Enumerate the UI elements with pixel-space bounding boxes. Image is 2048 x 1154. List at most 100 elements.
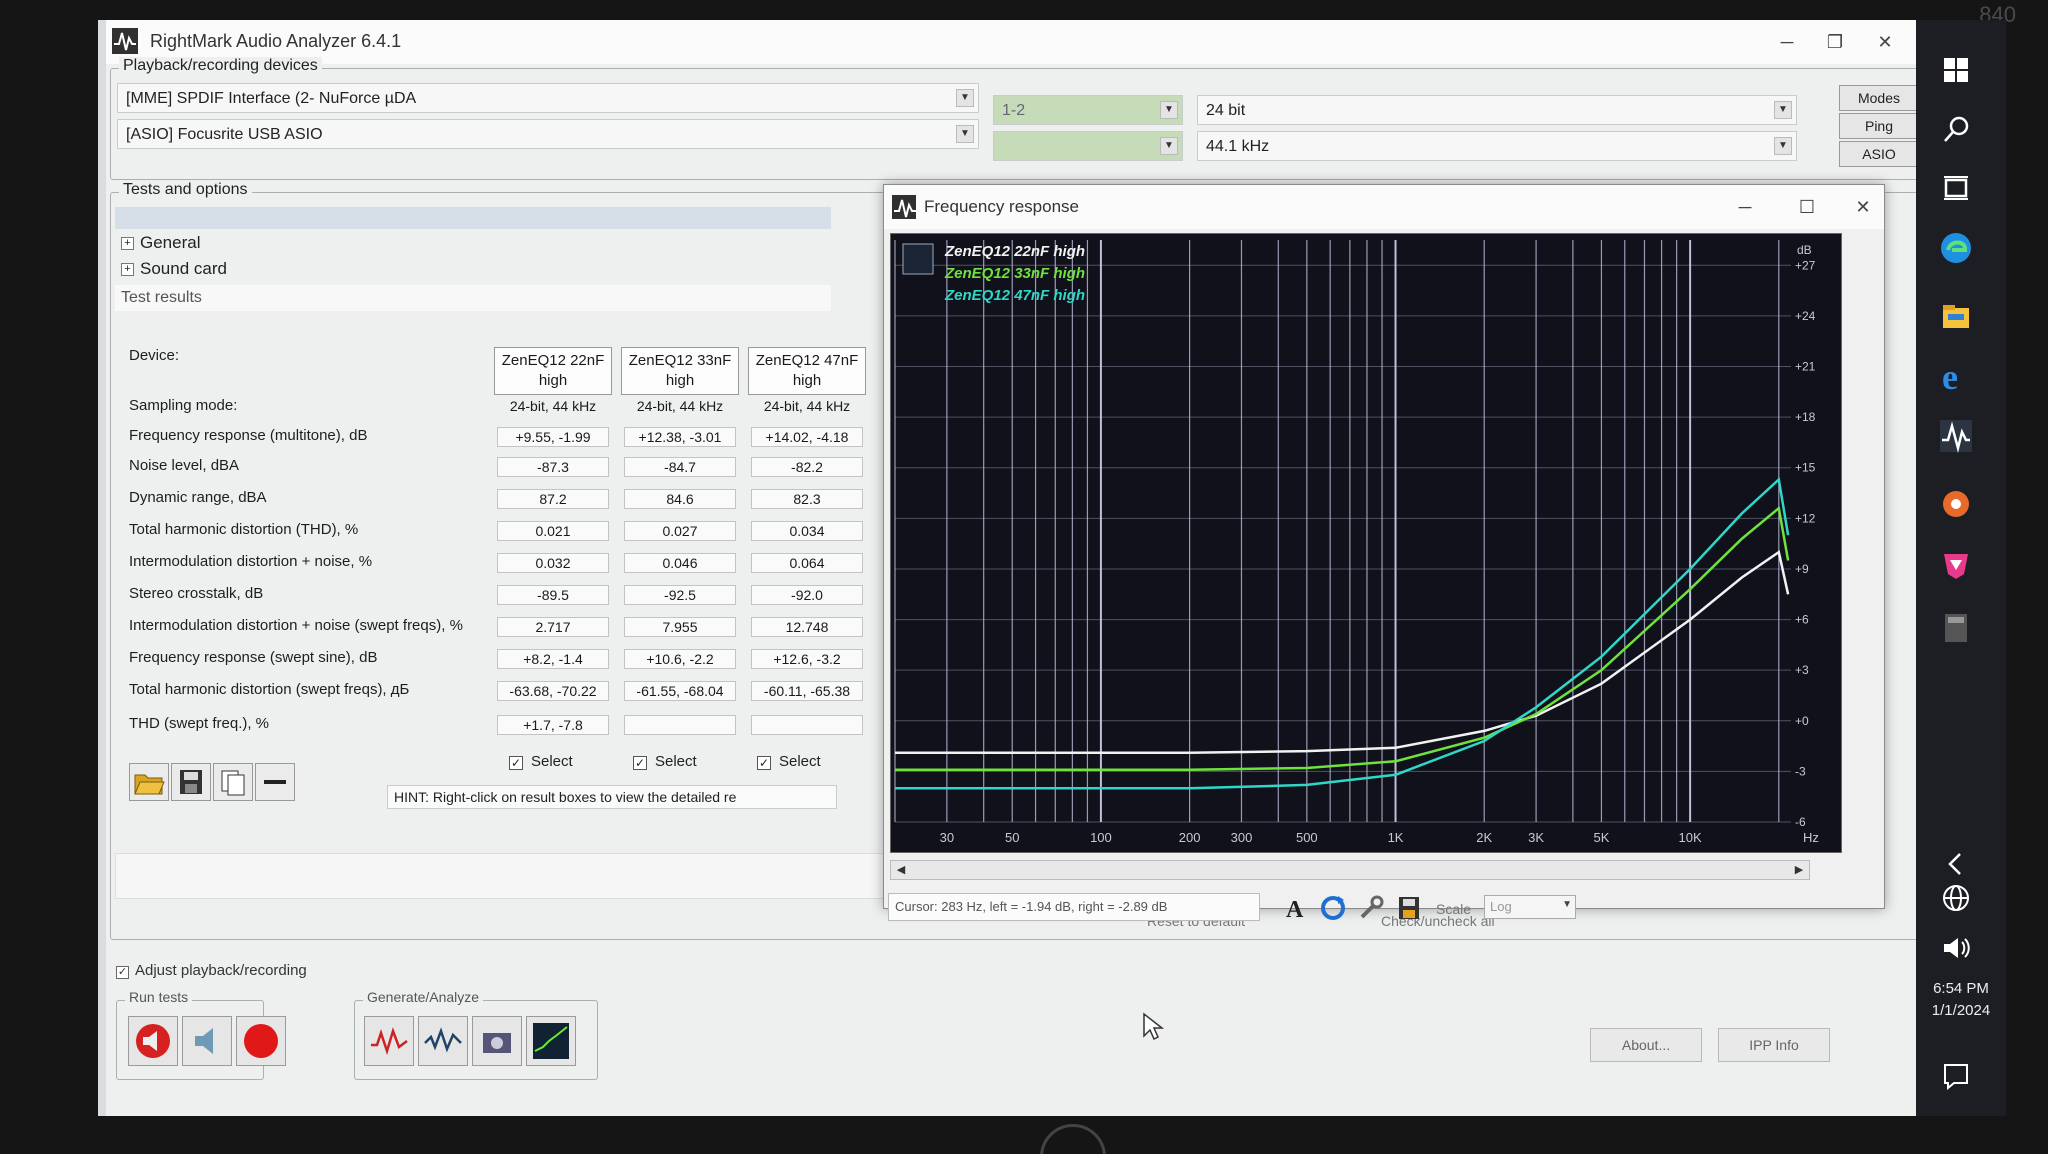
row-label-imd-swept: Intermodulation distortion + noise (swep…	[129, 617, 463, 634]
result-fr-multitone[interactable]: +9.55, -1.99	[497, 427, 609, 447]
device-column-header[interactable]: ZenEQ12 33nF high	[621, 347, 739, 395]
record-analyze-button[interactable]	[472, 1016, 522, 1066]
result-fr-multitone[interactable]: +12.38, -3.01	[624, 427, 736, 447]
scroll-right-icon[interactable]: ▶	[1789, 861, 1809, 879]
clock-date: 1/1/2024	[1931, 1002, 1991, 1019]
refresh-button[interactable]	[1316, 893, 1350, 923]
result-thd-swept-db[interactable]: -63.68, -70.22	[497, 681, 609, 701]
result-thd-swept-pct[interactable]	[624, 715, 736, 735]
result-thd[interactable]: 0.027	[624, 521, 736, 541]
save-button[interactable]	[171, 763, 211, 801]
settings-button[interactable]	[1354, 893, 1388, 923]
horizontal-scrollbar[interactable]: ◀ ▶	[890, 860, 1810, 880]
calculator-icon[interactable]	[1936, 608, 1976, 648]
result-crosstalk[interactable]: -89.5	[497, 585, 609, 605]
asio-button[interactable]: ASIO	[1839, 141, 1919, 167]
modes-button[interactable]: Modes	[1839, 85, 1919, 111]
frequency-response-plot[interactable]: 30 50 100 200 300 500 1K 2K 3K 5K 10K Hz -6 -3 +0 +3 +6 +…	[890, 233, 1842, 853]
x-tick-label: 1K	[1388, 830, 1404, 845]
about-button[interactable]: About...	[1590, 1028, 1702, 1062]
network-icon[interactable]	[1936, 878, 1976, 918]
playback-device-select[interactable]: [MME] SPDIF Interface (2- NuForce µDA ▼	[117, 83, 979, 113]
result-thd-swept-db[interactable]: -61.55, -68.04	[624, 681, 736, 701]
result-thd-swept-db[interactable]: -60.11, -65.38	[751, 681, 863, 701]
chevron-down-icon: ▼	[956, 125, 974, 143]
result-dynamic-range[interactable]: 84.6	[624, 489, 736, 509]
device-column-header[interactable]: ZenEQ12 22nF high	[494, 347, 612, 395]
result-imd[interactable]: 0.032	[497, 553, 609, 573]
internet-explorer-icon[interactable]: e	[1936, 356, 1976, 397]
search-icon[interactable]	[1936, 110, 1976, 150]
ping-button[interactable]: Ping	[1839, 113, 1919, 139]
spectrum-button[interactable]	[526, 1016, 576, 1066]
run-playback-test-button[interactable]	[128, 1016, 178, 1066]
result-fr-swept[interactable]: +10.6, -2.2	[624, 649, 736, 669]
result-dynamic-range[interactable]: 82.3	[751, 489, 863, 509]
result-fr-swept[interactable]: +12.6, -3.2	[751, 649, 863, 669]
ipp-info-button[interactable]: IPP Info	[1718, 1028, 1830, 1062]
tree-item-general[interactable]: + General	[121, 233, 200, 257]
result-fr-swept[interactable]: +8.2, -1.4	[497, 649, 609, 669]
clock[interactable]: 6:54 PM 1/1/2024	[1920, 978, 2002, 1022]
open-button[interactable]	[129, 763, 169, 801]
fr-close-button[interactable]: ✕	[1840, 189, 1886, 225]
result-imd[interactable]: 0.046	[624, 553, 736, 573]
copy-button[interactable]	[213, 763, 253, 801]
minimize-button[interactable]: ─	[1764, 24, 1810, 60]
fr-minimize-button[interactable]: ─	[1722, 189, 1768, 225]
select-checkbox[interactable]: ✓ Select	[633, 753, 697, 770]
result-imd-swept[interactable]: 12.748	[751, 617, 863, 637]
notifications-icon[interactable]	[1936, 1056, 1976, 1096]
run-tests-title: Run tests	[125, 989, 193, 1005]
media-player-icon[interactable]	[1936, 484, 1976, 524]
remove-button[interactable]	[255, 763, 295, 801]
result-dynamic-range[interactable]: 87.2	[497, 489, 609, 509]
result-thd-swept-pct[interactable]	[751, 715, 863, 735]
run-speaker-test-button[interactable]	[182, 1016, 232, 1066]
result-crosstalk[interactable]: -92.5	[624, 585, 736, 605]
generate-button[interactable]	[364, 1016, 414, 1066]
bit-depth-select[interactable]: 24 bit ▼	[1197, 95, 1797, 125]
select-checkbox[interactable]: ✓ Select	[757, 753, 821, 770]
result-fr-multitone[interactable]: +14.02, -4.18	[751, 427, 863, 447]
scale-select[interactable]: Log ▼	[1484, 895, 1576, 919]
tree-item-sound-card[interactable]: + Sound card	[121, 259, 227, 283]
rmaa-taskbar-icon[interactable]	[1936, 416, 1976, 456]
scroll-left-icon[interactable]: ◀	[891, 861, 911, 879]
edge-icon[interactable]	[1936, 228, 1976, 268]
device-column-header[interactable]: ZenEQ12 47nF high	[748, 347, 866, 395]
browser-icon[interactable]	[1936, 544, 1976, 584]
check-icon: ✓	[509, 756, 523, 770]
chevron-down-icon: ▼	[1774, 137, 1792, 155]
select-checkbox[interactable]: ✓ Select	[509, 753, 573, 770]
sample-rate-select[interactable]: 44.1 kHz ▼	[1197, 131, 1797, 161]
maximize-button[interactable]: ❐	[1812, 24, 1858, 60]
result-noise[interactable]: -84.7	[624, 457, 736, 477]
result-imd-swept[interactable]: 2.717	[497, 617, 609, 637]
result-thd[interactable]: 0.021	[497, 521, 609, 541]
adjust-checkbox[interactable]: ✓ Adjust playback/recording	[116, 962, 307, 979]
fr-maximize-button[interactable]: ☐	[1784, 189, 1830, 225]
windows-start-icon[interactable]	[1936, 50, 1976, 90]
fr-title-bar[interactable]: Frequency response ─ ☐ ✕	[884, 185, 1884, 229]
font-button[interactable]: A	[1278, 893, 1312, 923]
y-tick-label: -3	[1795, 764, 1806, 778]
volume-icon[interactable]	[1936, 928, 1976, 968]
task-view-icon[interactable]	[1936, 168, 1976, 208]
result-imd-swept[interactable]: 7.955	[624, 617, 736, 637]
result-thd-swept-pct[interactable]: +1.7, -7.8	[497, 715, 609, 735]
record-button[interactable]	[236, 1016, 286, 1066]
result-imd[interactable]: 0.064	[751, 553, 863, 573]
title-bar[interactable]: RightMark Audio Analyzer 6.4.1 ─ ❐ ✕	[106, 20, 1944, 64]
channels-recording-select[interactable]: ▼	[993, 131, 1183, 161]
close-button[interactable]: ✕	[1862, 24, 1908, 60]
channels-select[interactable]: 1-2 ▼	[993, 95, 1183, 125]
fr-save-button[interactable]	[1392, 893, 1426, 923]
result-crosstalk[interactable]: -92.0	[751, 585, 863, 605]
result-thd[interactable]: 0.034	[751, 521, 863, 541]
file-explorer-icon[interactable]	[1936, 296, 1976, 336]
result-noise[interactable]: -82.2	[751, 457, 863, 477]
result-noise[interactable]: -87.3	[497, 457, 609, 477]
analyze-button[interactable]	[418, 1016, 468, 1066]
recording-device-select[interactable]: [ASIO] Focusrite USB ASIO ▼	[117, 119, 979, 149]
